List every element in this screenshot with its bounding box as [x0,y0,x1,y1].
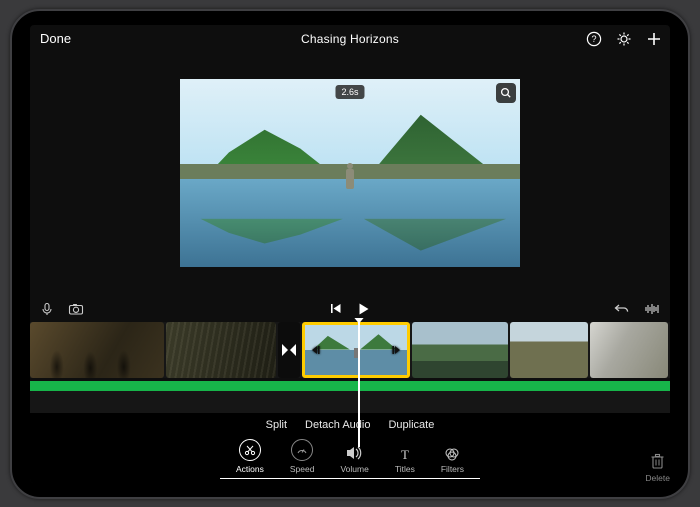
help-icon[interactable]: ? [586,31,602,47]
audio-track[interactable] [30,381,670,391]
tab-titles[interactable]: T Titles [395,447,415,474]
top-bar: Done Chasing Horizons ? [30,25,670,51]
split-button[interactable]: Split [266,419,287,431]
done-button[interactable]: Done [36,31,71,46]
detach-audio-button[interactable]: Detach Audio [305,419,370,431]
clip-action-buttons: Split Detach Audio Duplicate [266,419,435,431]
tab-label: Titles [395,464,415,474]
preview-area: 2.6s [30,51,670,298]
inspector-tabs: Actions Speed Volume T Titles Filters [236,439,464,474]
tab-label: Filters [441,464,464,474]
svg-text:T: T [401,447,409,461]
tab-label: Speed [290,464,315,474]
tab-label: Volume [340,464,368,474]
delete-button[interactable]: Delete [645,453,670,483]
playhead[interactable] [358,322,360,447]
plus-icon[interactable] [646,31,662,47]
clip[interactable] [510,322,588,378]
ipad-frame: Done Chasing Horizons ? [10,9,690,499]
video-track[interactable] [30,322,670,378]
clip[interactable] [412,322,508,378]
microphone-icon[interactable] [40,302,54,316]
magnifier-icon[interactable] [496,83,516,103]
gear-icon[interactable] [616,31,632,47]
titles-icon: T [398,447,412,461]
timeline-area [30,322,670,413]
undo-icon[interactable] [614,302,630,316]
filters-icon [444,447,460,461]
speedometer-icon [291,439,313,461]
clip-duration-badge: 2.6s [335,85,364,99]
delete-label: Delete [645,473,670,483]
clip[interactable] [166,322,276,378]
tab-volume[interactable]: Volume [340,445,368,474]
tab-actions[interactable]: Actions [236,439,264,474]
skip-back-icon[interactable] [330,302,343,315]
clip-actions-panel: Split Detach Audio Duplicate Actions Spe… [30,413,670,483]
svg-text:?: ? [591,34,596,44]
play-icon[interactable] [357,302,371,316]
video-preview[interactable]: 2.6s [180,79,520,267]
camera-icon[interactable] [68,302,84,316]
clip[interactable] [30,322,164,378]
project-title: Chasing Horizons [301,32,399,46]
trash-icon [650,453,665,470]
trim-right-icon[interactable] [389,343,403,357]
selected-clip[interactable] [302,322,410,378]
tab-underline [220,478,480,479]
scissors-icon [239,439,261,461]
tab-label: Actions [236,464,264,474]
tab-speed[interactable]: Speed [290,439,315,474]
duplicate-button[interactable]: Duplicate [388,419,434,431]
app-screen: Done Chasing Horizons ? [30,25,670,483]
transport-row [30,298,670,322]
clip[interactable] [590,322,668,378]
speaker-icon [346,445,364,461]
transition-icon[interactable] [278,322,300,378]
trim-left-icon[interactable] [309,343,323,357]
waveform-icon[interactable] [644,302,660,316]
tab-filters[interactable]: Filters [441,447,464,474]
